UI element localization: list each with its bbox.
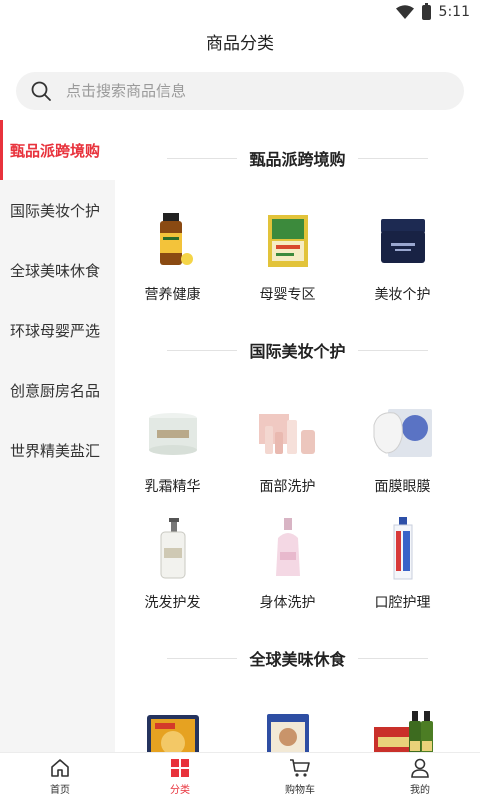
tab-label: 分类 xyxy=(170,785,190,796)
tab-profile[interactable]: 我的 xyxy=(360,753,480,800)
page-title: 商品分类 xyxy=(206,34,274,54)
sidebar-item-label: 创意厨房名品 xyxy=(10,381,101,400)
sidebar-item-salt[interactable]: 世界精美盐汇 xyxy=(0,420,115,480)
tab-label: 购物车 xyxy=(285,785,315,796)
cart-icon xyxy=(290,759,310,777)
sidebar-item-kitchen[interactable]: 创意厨房名品 xyxy=(0,360,115,420)
section-header: 全球美味休食 xyxy=(115,620,480,696)
subcategory-grid xyxy=(115,696,480,752)
subcategory-item[interactable]: 洗发护发 xyxy=(115,504,230,620)
divider xyxy=(167,349,238,351)
subcategory-label: 口腔护理 xyxy=(374,595,431,611)
tab-label: 我的 xyxy=(410,785,430,796)
subcategory-item[interactable]: 面部洗护 xyxy=(230,388,345,504)
product-image-supplement xyxy=(138,206,208,276)
tab-label: 首页 xyxy=(50,785,70,796)
user-icon xyxy=(411,758,429,778)
subcategory-label: 面膜眼膜 xyxy=(374,479,431,495)
sidebar-item-label: 国际美妆个护 xyxy=(10,201,101,220)
section-header: 甄品派跨境购 xyxy=(115,120,480,196)
product-image-cream-jar xyxy=(368,206,438,276)
product-image-shampoo xyxy=(138,514,208,584)
product-image-cookie-tin xyxy=(138,706,208,752)
divider xyxy=(357,157,428,159)
subcategory-label: 面部洗护 xyxy=(259,479,316,495)
bottom-tab-bar: 首页 分类 购物车 我的 xyxy=(0,752,480,800)
wifi-icon xyxy=(395,5,414,19)
product-image-olive-oil xyxy=(368,706,438,752)
subcategory-label: 营养健康 xyxy=(144,287,201,303)
subcategory-item[interactable]: 乳霜精华 xyxy=(115,388,230,504)
product-image-snack-bag xyxy=(253,706,323,752)
subcategory-item[interactable]: 母婴专区 xyxy=(230,196,345,312)
home-icon xyxy=(51,759,69,777)
product-image-baby xyxy=(253,206,323,276)
sidebar-item-label: 甄品派跨境购 xyxy=(10,141,101,160)
sidebar-item-label: 环球母婴严选 xyxy=(10,321,101,340)
product-image-mask xyxy=(368,398,438,468)
subcategory-label: 身体洗护 xyxy=(259,595,316,611)
search-icon xyxy=(31,81,51,101)
subcategory-item[interactable] xyxy=(115,696,230,752)
tab-cart[interactable]: 购物车 xyxy=(240,753,360,800)
status-time: 5:11 xyxy=(438,4,470,20)
subcategory-item[interactable]: 美妆个护 xyxy=(345,196,460,312)
product-image-face-care xyxy=(253,398,323,468)
sidebar-item-label: 全球美味休食 xyxy=(10,261,101,280)
subcategory-label: 乳霜精华 xyxy=(144,479,201,495)
subcategory-item[interactable]: 面膜眼膜 xyxy=(345,388,460,504)
subcategory-grid: 乳霜精华 面部洗护 面膜眼膜 洗发护发 身体洗护 口腔护理 xyxy=(115,388,480,620)
tab-category[interactable]: 分类 xyxy=(120,753,240,800)
subcategory-item[interactable]: 口腔护理 xyxy=(345,504,460,620)
sidebar-item-snacks[interactable]: 全球美味休食 xyxy=(0,240,115,300)
divider xyxy=(357,657,428,659)
divider xyxy=(357,349,428,351)
subcategory-label: 母婴专区 xyxy=(259,287,316,303)
subcategory-label: 美妆个护 xyxy=(374,287,431,303)
battery-icon xyxy=(421,2,431,20)
divider xyxy=(167,657,238,659)
search-input[interactable] xyxy=(66,82,446,100)
divider xyxy=(167,157,238,159)
section-title: 甄品派跨境购 xyxy=(249,150,346,169)
product-image-cream xyxy=(138,398,208,468)
tab-home[interactable]: 首页 xyxy=(0,753,120,800)
category-content: 甄品派跨境购 营养健康 母婴专区 美妆个护 国际美妆个护 乳霜精华 面部洗护 面… xyxy=(115,120,480,752)
sidebar-item-label: 世界精美盐汇 xyxy=(10,441,101,460)
category-sidebar: 甄品派跨境购 国际美妆个护 全球美味休食 环球母婴严选 创意厨房名品 世界精美盐… xyxy=(0,120,115,752)
subcategory-item[interactable] xyxy=(345,696,460,752)
section-title: 全球美味休食 xyxy=(249,650,346,669)
sidebar-item-beauty[interactable]: 国际美妆个护 xyxy=(0,180,115,240)
category-icon xyxy=(171,759,189,777)
status-bar: 5:11 xyxy=(0,0,480,24)
product-image-toothpaste xyxy=(368,514,438,584)
subcategory-item[interactable] xyxy=(230,696,345,752)
subcategory-grid: 营养健康 母婴专区 美妆个护 xyxy=(115,196,480,312)
subcategory-item[interactable]: 身体洗护 xyxy=(230,504,345,620)
section-header: 国际美妆个护 xyxy=(115,312,480,388)
subcategory-label: 洗发护发 xyxy=(144,595,201,611)
section-title: 国际美妆个护 xyxy=(249,342,346,361)
search-bar[interactable] xyxy=(16,72,464,110)
product-image-body-lotion xyxy=(253,514,323,584)
sidebar-item-cross-border[interactable]: 甄品派跨境购 xyxy=(0,120,115,180)
subcategory-item[interactable]: 营养健康 xyxy=(115,196,230,312)
sidebar-item-baby[interactable]: 环球母婴严选 xyxy=(0,300,115,360)
